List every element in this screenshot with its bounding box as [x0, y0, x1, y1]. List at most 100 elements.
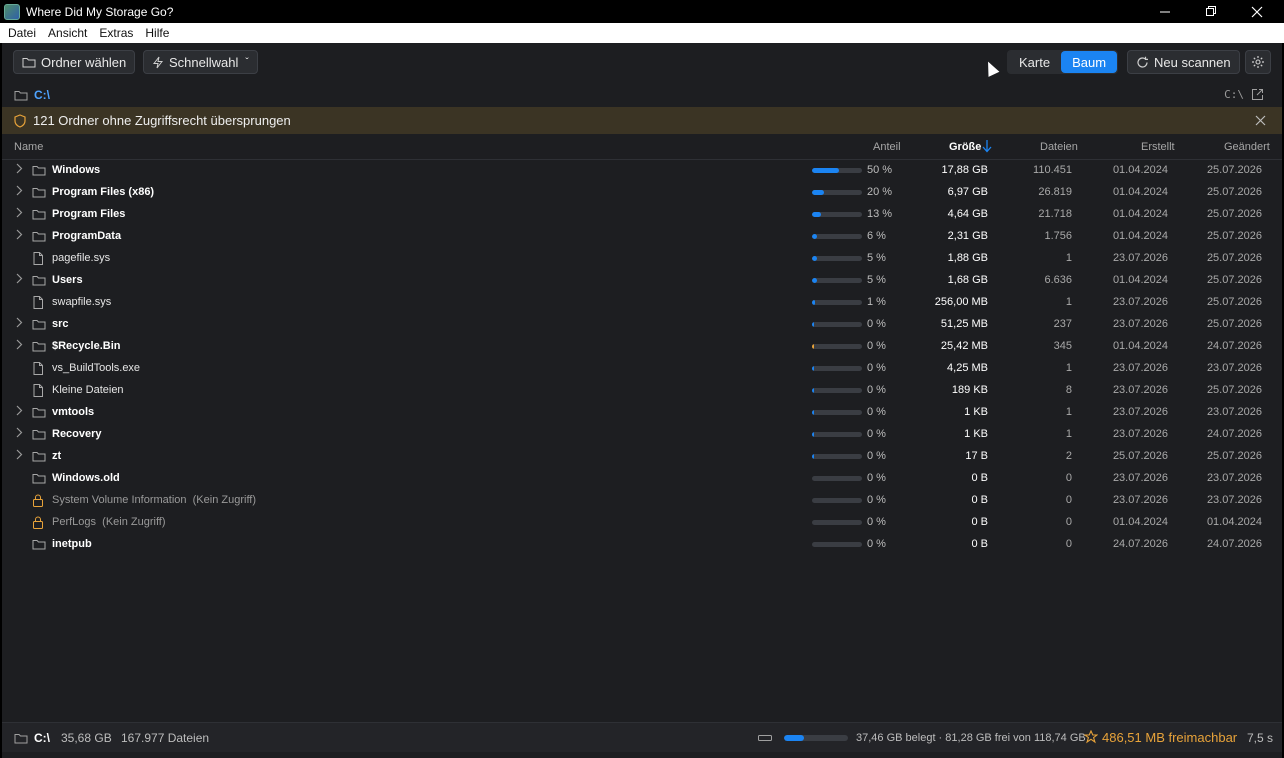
minimize-button[interactable] [1142, 0, 1188, 23]
row-icon [32, 472, 46, 487]
settings-button[interactable] [1245, 50, 1271, 74]
row-changed: 25.07.2026 [1206, 384, 1262, 396]
table-row[interactable]: pagefile.sys 5 % 1,88 GB 1 23.07.2026 25.07.2… [2, 248, 1282, 270]
share-bar [812, 542, 862, 547]
table-row[interactable]: Windows 50 % 17,88 GB 110.451 01.04.2024 25.0… [2, 160, 1282, 182]
row-changed: 25.07.2026 [1206, 208, 1262, 220]
chevron-right-icon[interactable] [15, 273, 23, 287]
table-row[interactable]: inetpub 0 % 0 B 0 24.07.2026 24.07.2026 [2, 534, 1282, 556]
maximize-button[interactable] [1188, 0, 1234, 23]
share-bar-fill [812, 388, 814, 393]
col-created[interactable]: Erstellt [1141, 141, 1175, 153]
menu-extras[interactable]: Extras [93, 26, 139, 40]
chevron-right-icon[interactable] [15, 405, 23, 419]
row-size: 6,97 GB [947, 186, 988, 198]
folder-icon [32, 188, 46, 198]
open-external-icon[interactable] [1251, 88, 1264, 101]
row-changed: 23.07.2026 [1206, 362, 1262, 374]
col-size[interactable]: Größe [949, 141, 981, 153]
row-share: 5 % [867, 252, 886, 264]
menu-bar: Datei Ansicht Extras Hilfe [0, 23, 1284, 43]
table-row[interactable]: Recovery 0 % 1 KB 1 23.07.2026 24.07.2026 [2, 424, 1282, 446]
current-path[interactable]: C:\ [34, 88, 50, 102]
row-size: 1 KB [964, 406, 988, 418]
rescan-button[interactable]: Neu scannen [1127, 50, 1240, 74]
close-button[interactable] [1234, 0, 1280, 23]
chevron-right-icon[interactable] [15, 449, 23, 463]
col-changed[interactable]: Geändert [1224, 141, 1270, 153]
row-name: src [52, 318, 69, 330]
table-row[interactable]: Program Files 13 % 4,64 GB 21.718 01.04.2024… [2, 204, 1282, 226]
tab-map[interactable]: Karte [1008, 51, 1061, 73]
share-bar [812, 190, 862, 195]
folder-icon [32, 452, 46, 462]
table-row[interactable]: vs_BuildTools.exe 0 % 4,25 MB 1 23.07.2026 23… [2, 358, 1282, 380]
chevron-right-icon[interactable] [15, 339, 23, 353]
row-size: 1,88 GB [947, 252, 988, 264]
col-files[interactable]: Dateien [1040, 141, 1078, 153]
row-created: 23.07.2026 [1112, 362, 1168, 374]
choose-folder-button[interactable]: Ordner wählen [13, 50, 136, 74]
row-files: 2 [1065, 450, 1072, 462]
table-row[interactable]: ProgramData 6 % 2,31 GB 1.756 01.04.2024 25.0… [2, 226, 1282, 248]
table-row[interactable]: PerfLogs (Kein Zugriff) 0 % 0 B 0 01.04.2024… [2, 512, 1282, 534]
row-icon [32, 450, 46, 465]
chevron-right-icon[interactable] [15, 317, 23, 331]
table-row[interactable]: $Recycle.Bin 0 % 25,42 MB 345 01.04.2024 24.0… [2, 336, 1282, 358]
row-name: inetpub [52, 538, 92, 550]
chevron-right-icon[interactable] [15, 427, 23, 441]
chevron-right-icon[interactable] [15, 207, 23, 221]
table-row[interactable]: Users 5 % 1,68 GB 6.636 01.04.2024 25.07.2026 [2, 270, 1282, 292]
col-name[interactable]: Name [14, 141, 43, 153]
chevron-right-icon[interactable] [15, 163, 23, 177]
row-size: 1 KB [964, 428, 988, 440]
row-name: Kleine Dateien [52, 384, 124, 396]
freeable-text[interactable]: 486,51 MB freimachbar [1102, 730, 1237, 745]
row-name: $Recycle.Bin [52, 340, 121, 352]
file-icon [33, 362, 43, 375]
app-body: Ordner wählen Schnellwahl ˇ Karte Baum N… [2, 43, 1282, 758]
row-name: vs_BuildTools.exe [52, 362, 141, 374]
chevron-right-icon[interactable] [15, 185, 23, 199]
row-files: 1 [1065, 428, 1072, 440]
folder-icon [32, 408, 46, 418]
folder-icon [32, 474, 46, 484]
row-files: 1.756 [1044, 230, 1072, 242]
row-icon [32, 296, 44, 312]
share-bar [812, 498, 862, 503]
table-row[interactable]: Program Files (x86) 20 % 6,97 GB 26.819 01.0… [2, 182, 1282, 204]
col-share[interactable]: Anteil [873, 141, 901, 153]
tab-tree[interactable]: Baum [1061, 51, 1118, 73]
menu-ansicht[interactable]: Ansicht [42, 26, 93, 40]
row-created: 23.07.2026 [1112, 252, 1168, 264]
row-size: 4,64 GB [947, 208, 988, 220]
table-row[interactable]: zt 0 % 17 B 2 25.07.2026 25.07.2026 [2, 446, 1282, 468]
table-row[interactable]: System Volume Information (Kein Zugriff)… [2, 490, 1282, 512]
chevron-right-icon[interactable] [15, 229, 23, 243]
row-size: 0 B [971, 472, 988, 484]
quick-select-label: Schnellwahl [169, 54, 239, 70]
quick-select-button[interactable]: Schnellwahl ˇ [143, 50, 258, 74]
row-share: 50 % [867, 164, 893, 176]
row-size: 0 B [971, 494, 988, 506]
row-icon [32, 186, 46, 201]
row-created: 25.07.2026 [1112, 450, 1168, 462]
row-files: 1 [1065, 296, 1072, 308]
row-share: 6 % [867, 230, 886, 242]
row-share: 5 % [867, 274, 886, 286]
menu-hilfe[interactable]: Hilfe [139, 26, 175, 40]
row-changed: 25.07.2026 [1206, 164, 1262, 176]
row-created: 01.04.2024 [1112, 164, 1168, 176]
table-row[interactable]: Windows.old 0 % 0 B 0 23.07.2026 23.07.2026 [2, 468, 1282, 490]
file-icon [33, 252, 43, 265]
table-row[interactable]: swapfile.sys 1 % 256,00 MB 1 23.07.2026 25.07… [2, 292, 1282, 314]
close-icon[interactable] [1255, 115, 1266, 126]
table-row[interactable]: src 0 % 51,25 MB 237 23.07.2026 25.07.2026 [2, 314, 1282, 336]
row-changed: 23.07.2026 [1206, 472, 1262, 484]
status-bar: C:\ 35,68 GB 167.977 Dateien 37,46 GB be… [2, 722, 1282, 752]
table-row[interactable]: vmtools 0 % 1 KB 1 23.07.2026 23.07.2026 [2, 402, 1282, 424]
row-created: 23.07.2026 [1112, 318, 1168, 330]
row-name: zt [52, 450, 62, 462]
menu-datei[interactable]: Datei [2, 26, 42, 40]
table-row[interactable]: Kleine Dateien 0 % 189 KB 8 23.07.2026 25.07.… [2, 380, 1282, 402]
